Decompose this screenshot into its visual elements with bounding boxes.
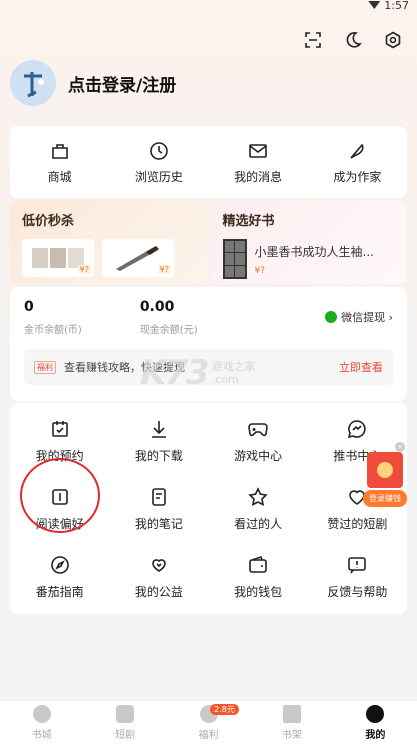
gold-balance-value: 0	[24, 299, 34, 315]
top-toolbar	[303, 30, 403, 50]
book-cover	[222, 239, 247, 279]
quick-link-label: 我的消息	[234, 170, 283, 184]
chat-bubble-icon	[348, 420, 366, 439]
watermark-logo: K73	[140, 353, 210, 393]
compass-icon	[32, 704, 51, 723]
tab-label: 我的	[365, 729, 386, 741]
gold-balance-label: 金币余额(币)	[24, 325, 82, 336]
feature-my-charity[interactable]: 我的公益	[109, 549, 208, 617]
wechat-withdraw-label: 微信提现 ›	[341, 311, 393, 324]
bag-icon	[51, 144, 68, 159]
promo-section: 低价秒杀 ¥? ¥? 精选好书 小墨香书成功人生袖... ¥?	[10, 200, 407, 284]
feature-label: 我的下载	[134, 449, 183, 463]
moon-icon[interactable]	[343, 30, 363, 50]
play-icon	[116, 704, 135, 723]
status-bar: 1:57	[368, 0, 409, 12]
feature-label: 赞过的短剧	[327, 517, 388, 531]
settings-icon[interactable]	[383, 30, 403, 50]
feature-my-notes[interactable]: 我的笔记	[109, 481, 208, 549]
feature-label: 番茄指南	[35, 585, 84, 599]
tab-bookshelf[interactable]: 书架	[250, 701, 333, 744]
clock-icon	[150, 142, 168, 160]
login-earn-floating-button[interactable]: × 登录赚钱	[363, 442, 407, 507]
cash-balance-label: 现金余额(元)	[139, 325, 198, 336]
person-icon	[366, 704, 385, 723]
watermark: K73 游戏之家 .com	[140, 353, 256, 393]
feature-label: 反馈与帮助	[327, 585, 388, 599]
tab-shorts[interactable]: 短剧	[83, 701, 166, 744]
login-earn-label: 登录赚钱	[363, 490, 407, 507]
watermark-line-2: .com	[211, 373, 239, 386]
feature-game-center[interactable]: 游戏中心	[209, 413, 308, 481]
gold-balance[interactable]: 0 金币余额(币)	[24, 299, 82, 336]
feedback-icon	[348, 557, 367, 574]
compass-icon	[50, 556, 69, 574]
product-price: ¥?	[157, 265, 171, 274]
welfare-tag: 福利	[34, 360, 56, 374]
signal-icon	[368, 1, 381, 9]
profile-header[interactable]: 点击登录/注册	[10, 60, 176, 106]
wechat-withdraw-button[interactable]: 微信提现 ›	[325, 309, 393, 325]
gamepad-icon	[248, 423, 268, 437]
feature-label: 我的笔记	[134, 517, 183, 531]
status-time: 1:57	[384, 0, 409, 12]
feature-my-wallet[interactable]: 我的钱包	[209, 549, 308, 617]
feature-label: 看过的人	[234, 517, 283, 531]
quick-link-label: 成为作家	[333, 170, 382, 184]
product-price: ¥?	[77, 265, 91, 274]
avatar[interactable]	[10, 60, 56, 106]
quick-link-label: 浏览历史	[134, 170, 183, 184]
star-icon	[248, 487, 268, 507]
bottom-nav: 书城 短剧 2.8元 福利 书架 我的	[0, 700, 417, 744]
bookshelf-icon	[282, 704, 301, 723]
tab-label: 书城	[31, 729, 52, 741]
featured-books-title: 精选好书	[222, 214, 275, 229]
feature-label: 游戏中心	[234, 449, 283, 463]
calendar-check-icon	[51, 421, 68, 437]
view-now-link[interactable]: 立即查看	[339, 359, 383, 375]
book-price: ¥?	[254, 265, 266, 276]
watermark-line-1: 游戏之家	[211, 359, 256, 373]
flash-sale-product[interactable]: ¥?	[22, 239, 94, 277]
quick-link-label: 商城	[47, 170, 72, 184]
feature-my-downloads[interactable]: 我的下载	[109, 413, 208, 481]
flash-sale-product[interactable]: ¥?	[102, 239, 174, 277]
tab-label: 书架	[281, 729, 302, 741]
quick-link-messages[interactable]: 我的消息	[209, 126, 308, 198]
note-icon	[152, 488, 166, 506]
quick-link-become-writer[interactable]: 成为作家	[308, 126, 407, 198]
cash-balance[interactable]: 0.00 现金余额(元)	[140, 299, 198, 336]
book-title: 小墨香书成功人生袖...	[254, 244, 374, 259]
download-icon	[151, 421, 166, 438]
red-envelope-icon	[367, 452, 403, 488]
wallet-icon	[249, 555, 267, 573]
flash-sale-card[interactable]: 低价秒杀 ¥? ¥?	[10, 200, 207, 284]
quick-links-card: 商城 浏览历史 我的消息 成为作家	[10, 126, 407, 198]
scan-icon[interactable]	[303, 30, 323, 50]
flash-sale-title: 低价秒杀	[22, 214, 75, 229]
wechat-icon	[325, 311, 338, 323]
tab-mine[interactable]: 我的	[334, 701, 417, 744]
annotation-circle	[20, 458, 100, 533]
feature-feedback-help[interactable]: 反馈与帮助	[308, 549, 407, 617]
feature-fanqie-guide[interactable]: 番茄指南	[10, 549, 109, 617]
welfare-badge: 2.8元	[210, 704, 239, 715]
mail-icon	[249, 144, 267, 158]
close-icon[interactable]: ×	[395, 442, 405, 452]
feature-viewed-people[interactable]: 看过的人	[209, 481, 308, 549]
quick-link-mall[interactable]: 商城	[10, 126, 109, 198]
feature-label: 我的钱包	[234, 585, 283, 599]
tab-bookstore[interactable]: 书城	[0, 701, 83, 744]
feather-icon	[350, 143, 364, 159]
quick-link-history[interactable]: 浏览历史	[109, 126, 208, 198]
hand-heart-icon	[152, 559, 166, 572]
tab-welfare[interactable]: 2.8元 福利	[167, 701, 250, 744]
login-register-link[interactable]: 点击登录/注册	[68, 71, 176, 96]
tab-label: 短剧	[115, 729, 136, 741]
cash-balance-value: 0.00	[139, 299, 175, 315]
featured-books-card[interactable]: 精选好书 小墨香书成功人生袖... ¥?	[210, 200, 407, 284]
tab-label: 福利	[198, 729, 219, 741]
feature-label: 我的公益	[134, 585, 183, 599]
